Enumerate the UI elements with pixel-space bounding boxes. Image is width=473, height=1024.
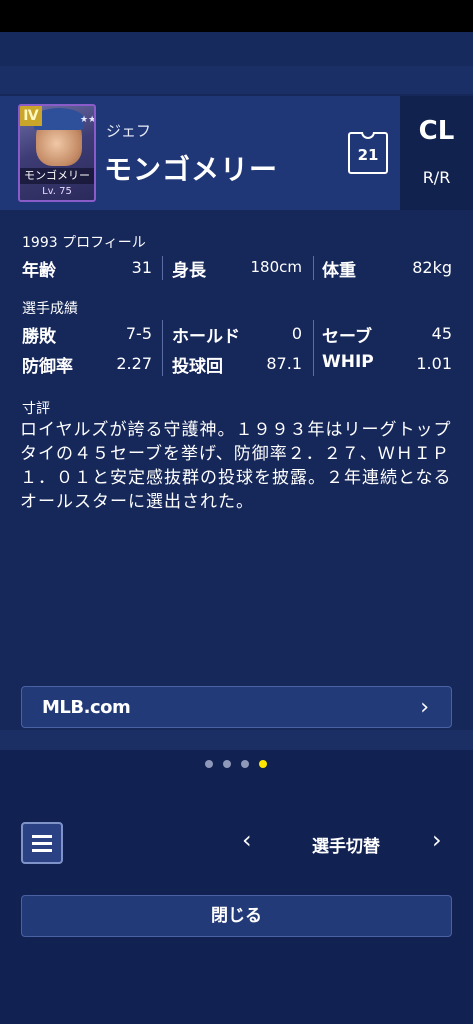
chevron-right-icon: › [420,695,429,720]
card-rank-badge: Ⅳ [20,106,42,126]
card-name: モンゴメリー [20,168,94,184]
footer-area [0,750,473,1024]
era-label: 防御率 [22,357,73,377]
divider [162,256,163,280]
pager-dot[interactable] [223,760,231,768]
win-loss-label: 勝敗 [22,327,56,347]
holds-label: ホールド [172,327,240,347]
age-label: 年齢 [22,261,56,281]
pager-dot-active[interactable] [259,760,267,768]
player-card[interactable]: Ⅳ ★★★★★ モンゴメリー Lv. 75 [18,104,96,202]
close-button[interactable]: 閉じる [21,895,452,937]
height-value: 180cm [250,258,303,276]
age-value: 31 [131,258,152,277]
pager-dot[interactable] [205,760,213,768]
saves-value: 45 [431,324,452,343]
top-banner-secondary [0,66,473,94]
mlb-link-label: MLB.com [42,697,131,718]
pager-dots [205,760,269,770]
uniform-number: 21 [357,146,379,164]
player-last-name: モンゴメリー [104,153,279,186]
divider [313,320,314,376]
holds-value: 0 [291,324,302,343]
profile-section-label: 1993 プロフィール [22,235,146,251]
player-comment: ロイヤルズが誇る守護神。１９９３年はリーグトップタイの４５セーブを挙げ、防御率２… [20,420,452,512]
league-label: CL [418,116,455,146]
saves-label: セーブ [322,327,372,347]
player-first-name: ジェフ [106,122,152,140]
jersey-icon: 21 [348,132,388,174]
innings-label: 投球回 [172,357,223,377]
stats-section-label: 選手成績 [22,301,78,317]
league-panel [400,96,473,210]
pager-dot[interactable] [241,760,249,768]
status-bar [0,0,473,32]
win-loss-value: 7-5 [125,324,152,343]
weight-value: 82kg [412,258,452,277]
player-switch-label: 選手切替 [312,837,380,857]
handedness-label: R/R [422,168,451,187]
innings-value: 87.1 [266,354,302,373]
whip-label: WHIP [322,352,374,372]
era-value: 2.27 [116,354,152,373]
mlb-link-button[interactable]: MLB.com › [21,686,452,728]
divider-band [0,730,473,750]
height-label: 身長 [172,261,206,281]
comment-section-label: 寸評 [22,401,50,417]
top-banner [0,32,473,66]
menu-button[interactable] [21,822,63,864]
whip-value: 1.01 [416,354,452,373]
divider [313,256,314,280]
divider [162,320,163,376]
weight-label: 体重 [322,261,356,281]
next-player-button[interactable]: › [432,826,442,854]
card-level: Lv. 75 [42,186,72,197]
prev-player-button[interactable]: ‹ [242,826,252,854]
card-stars: ★★★★★ [80,115,96,125]
